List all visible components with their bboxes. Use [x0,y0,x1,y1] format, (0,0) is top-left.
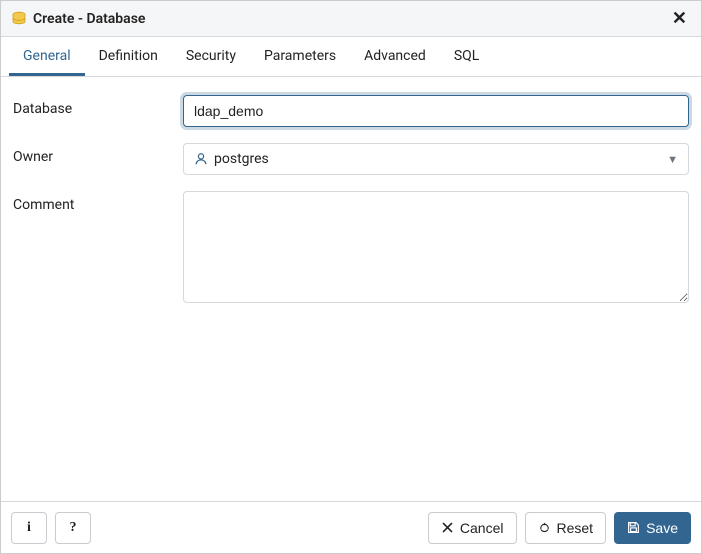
row-owner: Owner postgres ▼ [13,143,689,175]
cancel-label: Cancel [460,520,504,536]
label-comment: Comment [13,191,183,213]
row-comment: Comment [13,191,689,307]
info-button[interactable]: i [11,512,47,544]
footer-left: i ? [11,512,91,544]
control-owner: postgres ▼ [183,143,689,175]
database-icon [11,11,27,27]
reset-label: Reset [557,520,594,536]
owner-value-text: postgres [214,151,269,167]
titlebar-left: Create - Database [11,11,145,27]
dialog-title: Create - Database [33,11,145,27]
save-icon [627,521,640,534]
tab-general[interactable]: General [9,38,85,76]
close-icon-small [441,521,454,534]
label-owner: Owner [13,143,183,165]
footer: i ? Cancel [1,501,701,553]
help-icon: ? [70,520,77,536]
owner-select-value: postgres [194,151,269,167]
database-input[interactable] [183,95,689,127]
tab-advanced[interactable]: Advanced [350,38,440,76]
chevron-down-icon: ▼ [667,153,678,166]
save-label: Save [646,520,678,536]
create-database-dialog: Create - Database ✕ General Definition S… [0,0,702,554]
tab-parameters[interactable]: Parameters [250,38,350,76]
info-icon: i [27,520,31,536]
user-icon [194,152,208,166]
help-button[interactable]: ? [55,512,91,544]
tab-definition[interactable]: Definition [85,38,172,76]
control-database [183,95,689,127]
save-button[interactable]: Save [614,512,691,544]
tabs: General Definition Security Parameters A… [1,37,701,77]
label-database: Database [13,95,183,117]
close-icon[interactable]: ✕ [668,10,691,28]
control-comment [183,191,689,307]
cancel-button[interactable]: Cancel [428,512,517,544]
dialog-body: Database Owner postgres [1,77,701,501]
footer-right: Cancel Reset [428,512,691,544]
reset-button[interactable]: Reset [525,512,607,544]
owner-select[interactable]: postgres ▼ [183,143,689,175]
tab-sql[interactable]: SQL [440,38,493,76]
titlebar: Create - Database ✕ [1,1,701,37]
comment-textarea[interactable] [183,191,689,303]
recycle-icon [538,521,551,534]
row-database: Database [13,95,689,127]
tab-security[interactable]: Security [172,38,250,76]
